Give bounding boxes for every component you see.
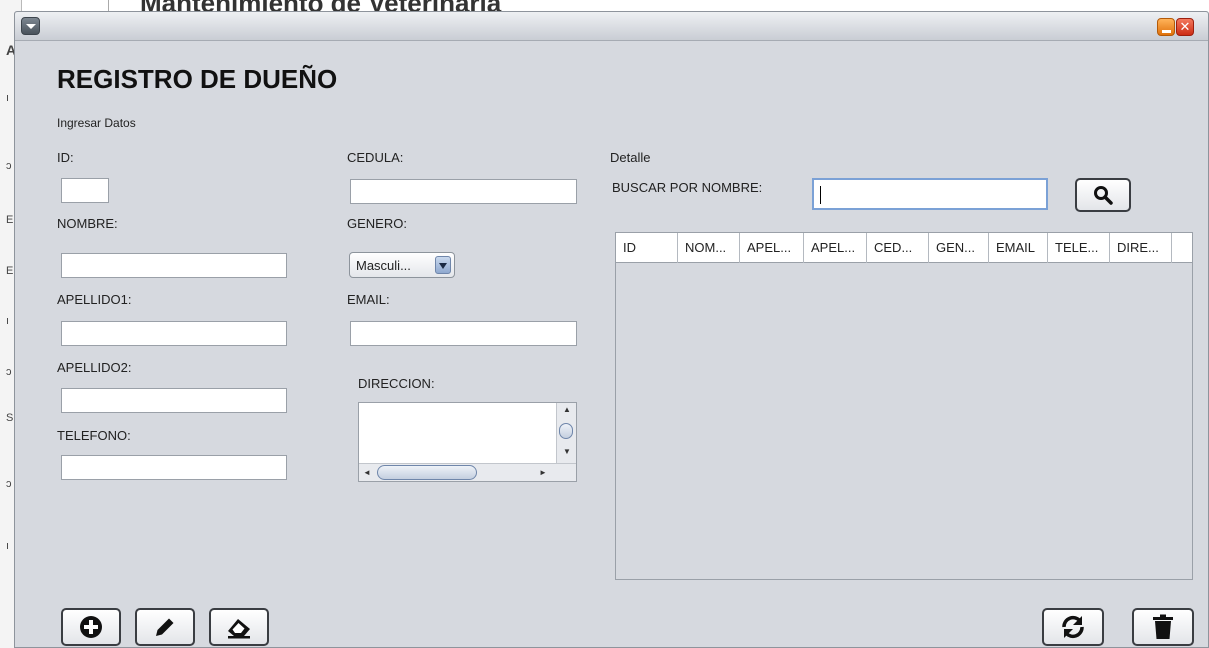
minimize-button[interactable] — [1157, 18, 1175, 36]
table-header: ID NOM... APEL... APEL... CED... GEN... EMAIL T… — [616, 233, 1192, 263]
table-column-header[interactable]: TELE... — [1048, 233, 1110, 263]
direccion-textarea[interactable]: ▲ ▼ ◄ ► — [358, 402, 577, 482]
table-column-header[interactable]: DIRE... — [1110, 233, 1172, 263]
page-title: REGISTRO DE DUEÑO — [57, 64, 338, 94]
genero-select[interactable]: Masculi... — [349, 252, 455, 278]
refresh-icon — [1062, 615, 1084, 639]
vertical-scrollbar[interactable]: ▲ ▼ — [556, 403, 576, 463]
apellido1-label: APELLIDO1: — [57, 292, 132, 307]
table-column-header[interactable]: APEL... — [804, 233, 867, 263]
edit-button[interactable] — [135, 608, 195, 646]
scroll-right-icon[interactable]: ► — [539, 468, 547, 477]
id-field[interactable] — [61, 178, 109, 203]
cedula-field[interactable] — [350, 179, 577, 204]
vertical-scroll-thumb[interactable] — [559, 423, 573, 439]
background-letter: ı — [6, 92, 10, 104]
table-column-header[interactable]: APEL... — [740, 233, 804, 263]
email-label: EMAIL: — [347, 292, 390, 307]
table-column-header[interactable]: ID — [616, 233, 678, 263]
search-input[interactable] — [812, 178, 1048, 210]
clear-button[interactable] — [209, 608, 269, 646]
apellido2-field[interactable] — [61, 388, 287, 413]
table-column-header[interactable]: CED... — [867, 233, 929, 263]
window-titlebar[interactable]: ✕ — [15, 12, 1208, 41]
plus-circle-icon — [80, 616, 102, 638]
search-icon — [1094, 186, 1113, 205]
id-label: ID: — [57, 150, 74, 165]
horizontal-scroll-thumb[interactable] — [377, 465, 477, 480]
owners-table[interactable]: ID NOM... APEL... APEL... CED... GEN... EMAIL T… — [615, 232, 1193, 580]
background-letter: E — [6, 214, 14, 226]
close-button[interactable]: ✕ — [1176, 18, 1194, 36]
table-column-header[interactable]: GEN... — [929, 233, 989, 263]
search-button[interactable] — [1075, 178, 1131, 212]
apellido1-field[interactable] — [61, 321, 287, 346]
email-field[interactable] — [350, 321, 577, 346]
trash-icon — [1153, 614, 1173, 639]
scroll-up-icon[interactable]: ▲ — [563, 405, 571, 414]
add-button[interactable] — [61, 608, 121, 646]
apellido2-label: APELLIDO2: — [57, 360, 132, 375]
chevron-down-icon[interactable] — [435, 256, 451, 274]
section-label-detalle: Detalle — [610, 150, 651, 165]
background-letter: S — [6, 412, 14, 424]
registro-dueno-window: ✕ REGISTRO DE DUEÑO Ingresar Datos ID: C… — [14, 11, 1209, 648]
genero-selected-value: Masculi... — [356, 258, 411, 273]
text-caret — [820, 186, 821, 204]
section-label-ingresar-datos: Ingresar Datos — [57, 116, 136, 130]
telefono-field[interactable] — [61, 455, 287, 480]
background-letter: E — [6, 265, 14, 277]
table-column-header[interactable]: EMAIL — [989, 233, 1048, 263]
refresh-button[interactable] — [1042, 608, 1104, 646]
scroll-down-icon[interactable]: ▼ — [563, 447, 571, 456]
table-column-header[interactable]: NOM... — [678, 233, 740, 263]
telefono-label: TELEFONO: — [57, 428, 131, 443]
nombre-label: NOMBRE: — [57, 216, 118, 231]
background-letter: ɔ — [6, 366, 12, 378]
cedula-label: CEDULA: — [347, 150, 404, 165]
system-menu-icon[interactable] — [21, 17, 40, 35]
direccion-label: DIRECCION: — [358, 376, 435, 391]
background-letter: ɔ — [6, 478, 12, 490]
background-letter: ı — [6, 315, 10, 327]
pencil-icon — [156, 618, 174, 636]
background-letter: ɔ — [6, 160, 12, 172]
scroll-left-icon[interactable]: ◄ — [363, 468, 371, 477]
search-label: BUSCAR POR NOMBRE: — [612, 180, 763, 195]
nombre-field[interactable] — [61, 253, 287, 278]
direccion-text[interactable] — [359, 403, 556, 463]
eraser-icon — [228, 619, 250, 639]
delete-button[interactable] — [1132, 608, 1194, 646]
horizontal-scrollbar[interactable]: ◄ ► — [359, 463, 576, 481]
background-letter: ı — [6, 540, 10, 552]
genero-label: GENERO: — [347, 216, 407, 231]
